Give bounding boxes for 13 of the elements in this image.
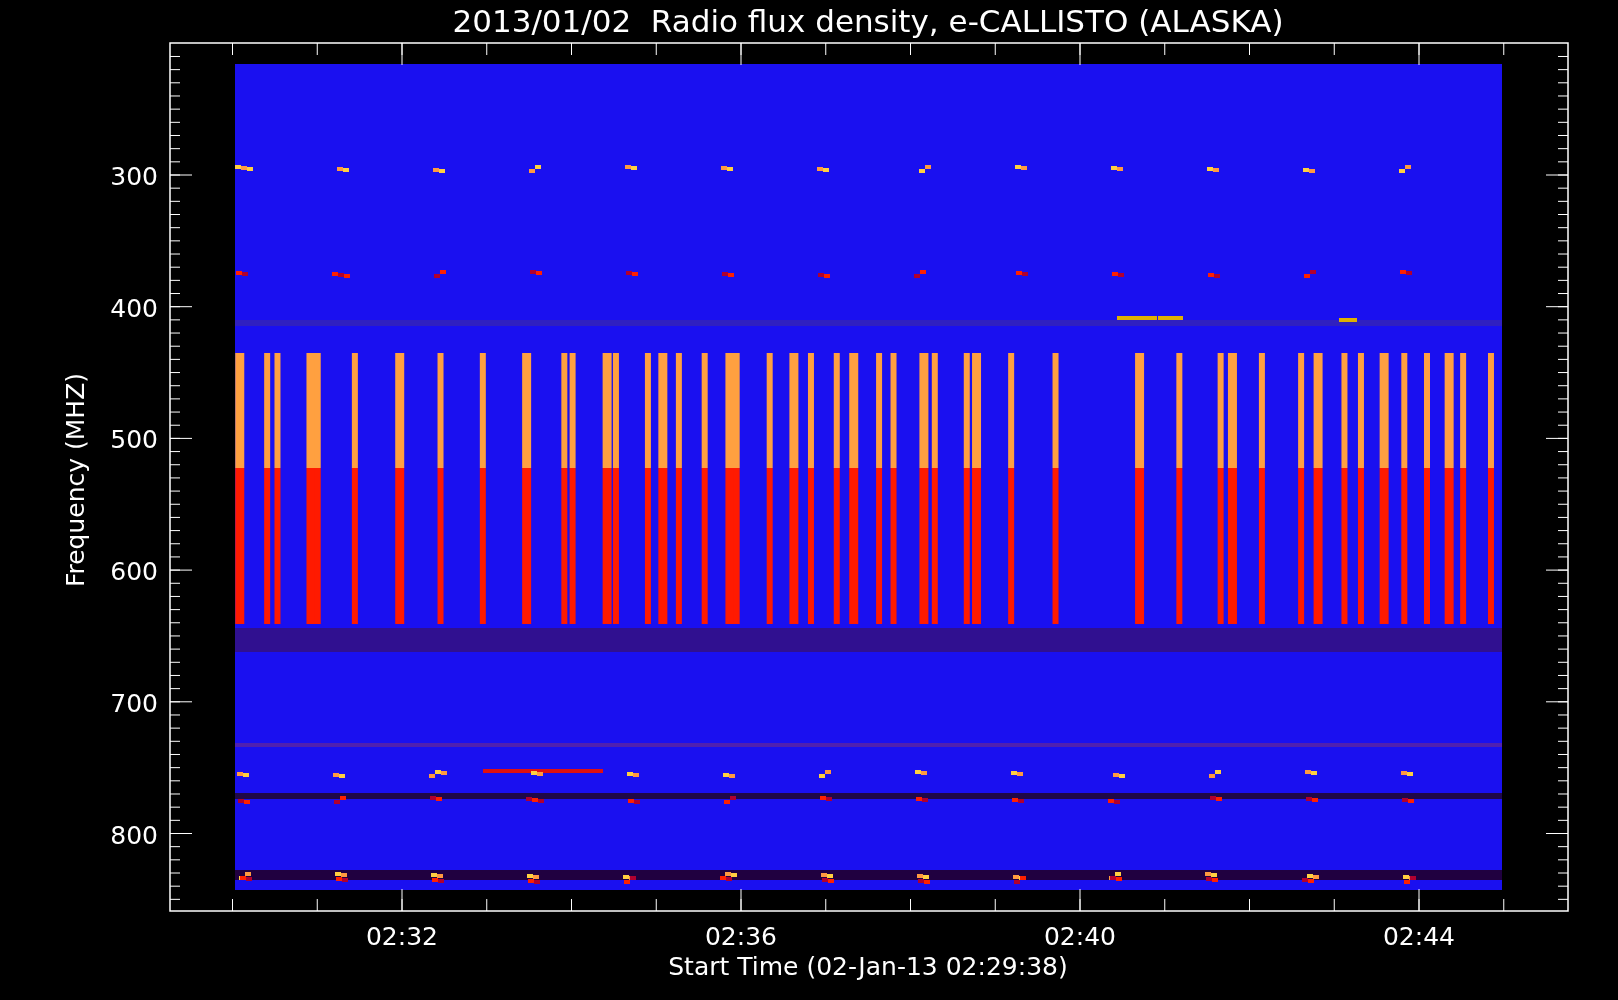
axis-tick-label: 800 [110, 820, 158, 850]
axis-tick-label: 400 [110, 293, 158, 323]
axis-title: Frequency (MHZ) [61, 372, 90, 588]
axis-tick-label: 600 [110, 557, 158, 587]
axis-tick-label: 02:32 [366, 922, 438, 951]
axis-tick-label: 02:40 [1044, 922, 1116, 951]
axis-tick-label: 300 [110, 162, 158, 191]
axis-tick-label: 700 [110, 688, 158, 718]
axis-tick-label: 500 [110, 425, 158, 455]
chart-title: 2013/01/02 Radio flux density, e-CALLISTO (ALASKA) [452, 3, 1284, 39]
axis-title: Start Time (02-Jan-13 02:29:38) [668, 952, 1068, 981]
axis-tick-label: 02:44 [1383, 922, 1455, 951]
axis-tick-label: 02:36 [705, 922, 777, 951]
